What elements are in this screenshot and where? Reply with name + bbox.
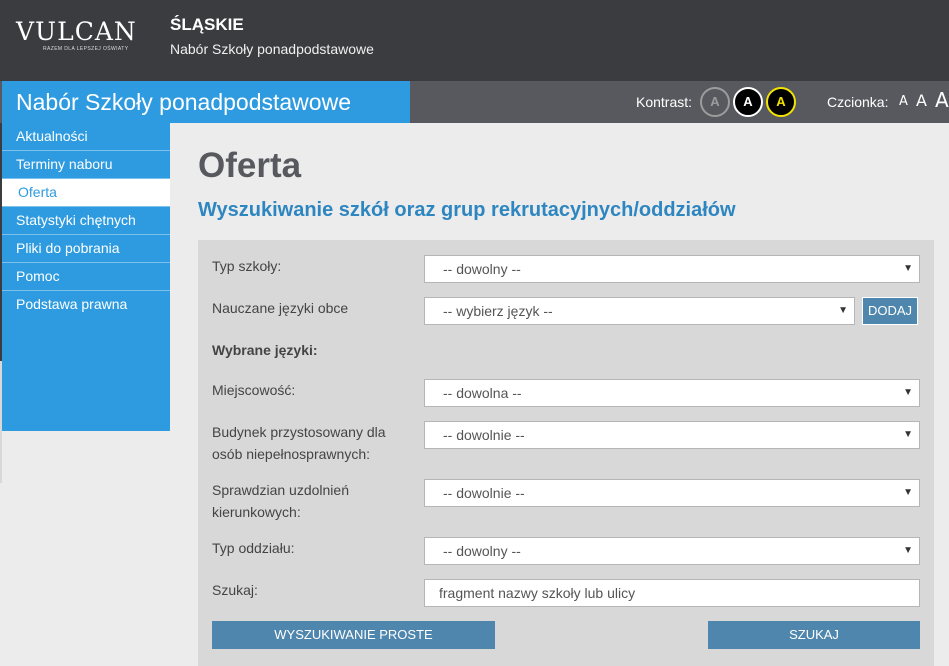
chevron-down-icon: ▼ <box>903 387 913 398</box>
search-button[interactable]: SZUKAJ <box>708 621 920 649</box>
chevron-down-icon: ▼ <box>903 545 913 556</box>
chevron-down-icon: ▼ <box>838 305 848 316</box>
school-type-value: -- dowolny -- <box>443 261 521 277</box>
chevron-down-icon: ▼ <box>903 263 913 274</box>
search-label: Szukaj: <box>212 582 258 598</box>
selected-languages-label: Wybrane języki: <box>212 342 318 358</box>
sidebar-item-pomoc[interactable]: Pomoc <box>2 263 170 291</box>
top-header: VULCAN RAZEM DLA LEPSZEJ OŚWIATY ŚLĄSKIE… <box>0 0 949 81</box>
region-title: ŚLĄSKIE <box>170 15 244 34</box>
font-size-small-button[interactable]: A <box>899 94 908 109</box>
page-subtitle: Wyszukiwanie szkół oraz grup rekrutacyjn… <box>198 199 736 221</box>
chevron-down-icon: ▼ <box>903 487 913 498</box>
accessible-building-label-line1: Budynek przystosowany dla <box>212 424 386 440</box>
page-title: Oferta <box>198 146 302 185</box>
add-language-button[interactable]: DODAJ <box>862 297 918 325</box>
font-size-large-button[interactable]: A <box>935 88 949 112</box>
city-label: Miejscowość: <box>212 382 296 398</box>
school-type-label: Typ szkoły: <box>212 258 282 274</box>
accessible-building-label: Budynek przystosowany dla osób niepełnos… <box>212 421 386 465</box>
language-select[interactable]: -- wybierz język -- ▼ <box>424 297 855 325</box>
font-size-medium-button[interactable]: A <box>916 91 927 110</box>
aptitude-test-label-line1: Sprawdzian uzdolnień <box>212 482 349 498</box>
languages-label: Nauczane języki obce <box>212 300 349 316</box>
aptitude-test-select[interactable]: -- dowolnie -- ▼ <box>424 479 920 507</box>
vulcan-logo[interactable]: VULCAN RAZEM DLA LEPSZEJ OŚWIATY <box>16 17 137 53</box>
font-size-label: Czcionka: <box>827 94 889 110</box>
sidebar-item-oferta[interactable]: Oferta <box>2 179 170 207</box>
logo-wordmark: VULCAN <box>16 17 137 46</box>
city-select[interactable]: -- dowolna -- ▼ <box>424 379 920 407</box>
class-type-select[interactable]: -- dowolny -- ▼ <box>424 537 920 565</box>
search-form-panel: Typ szkoły: -- dowolny -- ▼ Nauczane jęz… <box>198 240 934 666</box>
contrast-default-button[interactable]: A <box>700 87 730 117</box>
region-block: ŚLĄSKIE Nabór Szkoły ponadpodstawowe <box>170 14 374 59</box>
region-subtitle: Nabór Szkoły ponadpodstawowe <box>170 41 374 57</box>
sub-header-bar: Nabór Szkoły ponadpodstawowe Kontrast: A… <box>0 81 949 123</box>
accessible-building-select[interactable]: -- dowolnie -- ▼ <box>424 421 920 449</box>
sidebar-item-aktualnosci[interactable]: Aktualności <box>2 123 170 151</box>
chevron-down-icon: ▼ <box>903 429 913 440</box>
aptitude-test-label: Sprawdzian uzdolnień kierunkowych: <box>212 479 349 523</box>
sidebar-item-statystyki[interactable]: Statystyki chętnych <box>2 207 170 235</box>
aptitude-test-label-line2: kierunkowych: <box>212 504 301 520</box>
class-type-value: -- dowolny -- <box>443 543 521 559</box>
contrast-yellow-on-black-button[interactable]: A <box>766 87 796 117</box>
simple-search-button[interactable]: WYSZUKIWANIE PROSTE <box>212 621 495 649</box>
sidebar-nav: Aktualności Terminy naboru Oferta Statys… <box>2 123 170 431</box>
search-input[interactable] <box>424 579 920 607</box>
city-value: -- dowolna -- <box>443 385 522 401</box>
class-type-label: Typ oddziału: <box>212 540 295 556</box>
contrast-white-on-black-button[interactable]: A <box>733 87 763 117</box>
contrast-label: Kontrast: <box>636 94 693 110</box>
sidebar-item-podstawa-prawna[interactable]: Podstawa prawna <box>2 291 170 319</box>
aptitude-test-value: -- dowolnie -- <box>443 485 525 501</box>
language-value: -- wybierz język -- <box>443 303 553 319</box>
accessible-building-label-line2: osób niepełnosprawnych: <box>212 446 370 462</box>
accessible-building-value: -- dowolnie -- <box>443 427 525 443</box>
sidebar-item-terminy-naboru[interactable]: Terminy naboru <box>2 151 170 179</box>
sidebar-item-pliki[interactable]: Pliki do pobrania <box>2 235 170 263</box>
site-title[interactable]: Nabór Szkoły ponadpodstawowe <box>2 81 410 123</box>
logo-tagline: RAZEM DLA LEPSZEJ OŚWIATY <box>43 46 129 52</box>
school-type-select[interactable]: -- dowolny -- ▼ <box>424 255 920 283</box>
